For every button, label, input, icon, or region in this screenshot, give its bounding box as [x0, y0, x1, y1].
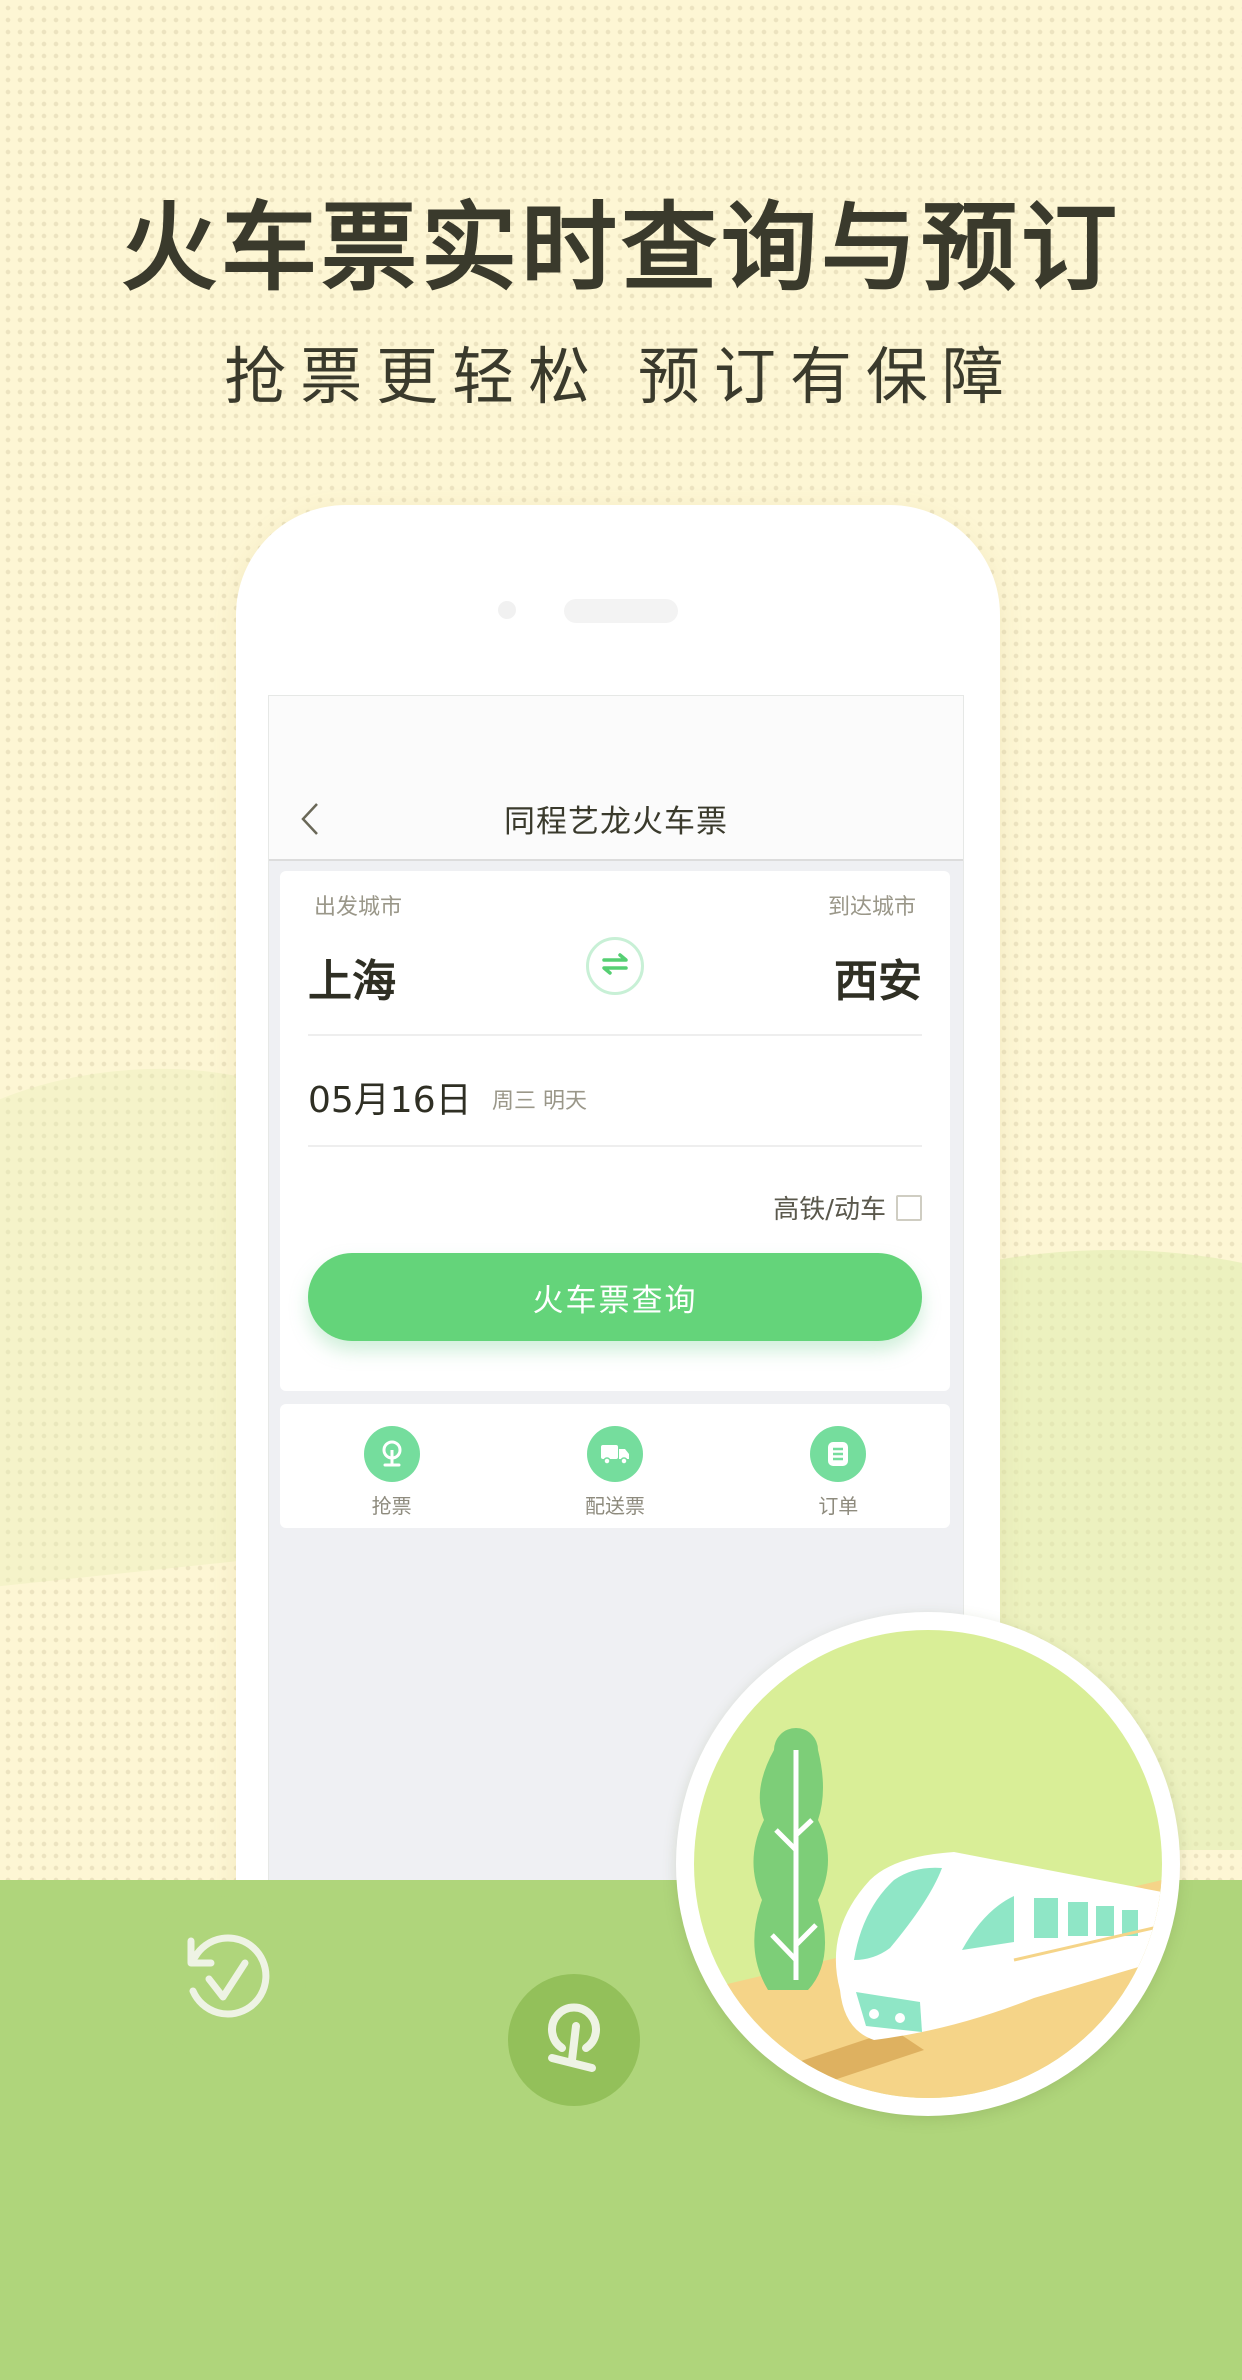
date-note: 周三 明天 [492, 1089, 587, 1114]
phone-speaker [564, 599, 678, 623]
high-speed-filter[interactable]: 高铁/动车 [773, 1189, 922, 1226]
quick-action-grab-ticket[interactable]: 抢票 [292, 1404, 492, 1528]
from-city-label: 出发城市 [314, 895, 403, 920]
quick-action-label: 抢票 [371, 1494, 412, 1518]
quick-actions: 抢票 配送票 订单 [280, 1404, 950, 1528]
high-speed-train-illustration [676, 1612, 1180, 2116]
promo-subline: 抢票更轻松 预订有保障 [224, 340, 1018, 413]
divider [308, 1034, 922, 1036]
divider [308, 1145, 922, 1147]
railway-logo-icon [363, 1426, 420, 1482]
departure-date-field[interactable]: 05月16日 [308, 1071, 472, 1123]
nav-bar: 同程艺龙火车票 [269, 696, 963, 861]
page-title: 同程艺龙火车票 [504, 804, 728, 840]
history-badge [140, 1896, 306, 2062]
quick-action-orders[interactable]: 订单 [738, 1404, 938, 1528]
high-speed-label: 高铁/动车 [773, 1195, 886, 1225]
quick-action-label: 订单 [818, 1494, 859, 1518]
to-city-field[interactable]: 西安 [834, 945, 922, 1009]
search-trains-button[interactable]: 火车票查询 [308, 1253, 922, 1341]
swap-cities-button[interactable] [586, 937, 644, 995]
phone-camera [498, 601, 516, 619]
refresh-check-icon [173, 1927, 273, 2031]
from-city-field[interactable]: 上海 [308, 945, 396, 1009]
order-list-icon [810, 1426, 867, 1482]
promo-headline: 火车票实时查询与预订 [121, 192, 1121, 304]
delivery-truck-icon [586, 1426, 643, 1482]
quick-action-delivery[interactable]: 配送票 [515, 1404, 715, 1528]
swap-arrows-icon [600, 952, 630, 980]
high-speed-checkbox[interactable] [896, 1194, 922, 1221]
station-badge [508, 1974, 640, 2106]
to-city-label: 到达城市 [827, 895, 916, 920]
quick-action-label: 配送票 [584, 1494, 645, 1518]
search-card: 出发城市 到达城市 上海 西安 05月16日 周三 明天 高铁/动车 火车票查询 [280, 871, 950, 1391]
railway-logo-icon [534, 1998, 614, 2082]
